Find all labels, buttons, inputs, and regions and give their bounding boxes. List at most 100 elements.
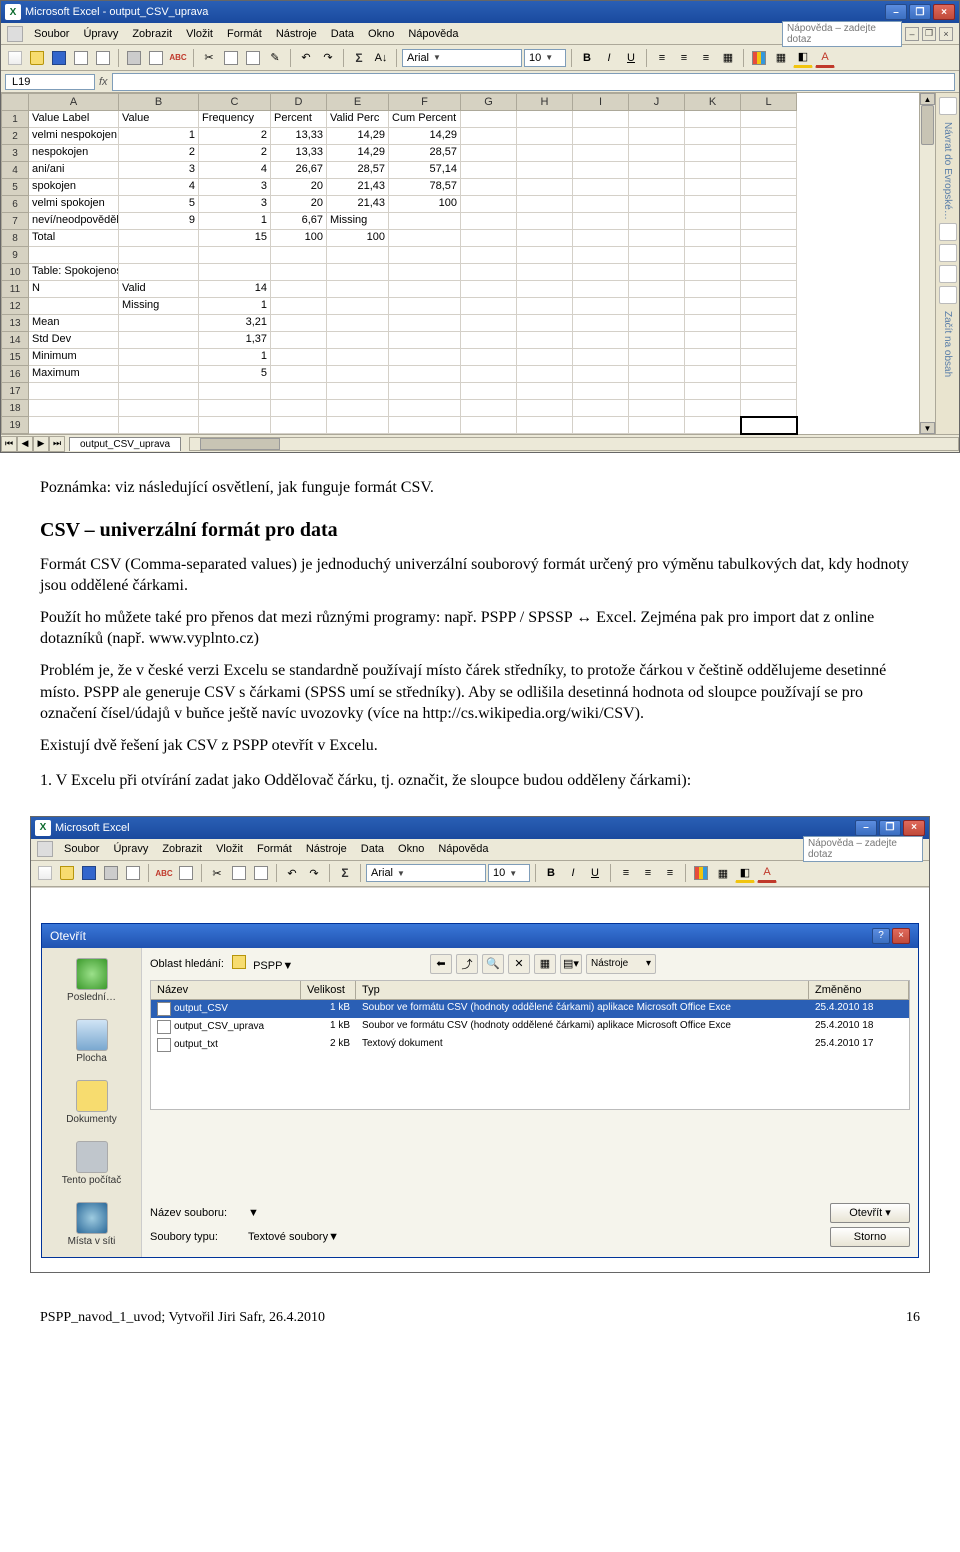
cell[interactable] [685, 417, 741, 434]
cell[interactable] [327, 400, 389, 417]
column-header[interactable]: K [685, 93, 741, 111]
fill-color-button[interactable]: ◧ [793, 48, 813, 68]
column-header[interactable]: G [461, 93, 517, 111]
cut-button[interactable]: ✂ [199, 48, 219, 68]
cell[interactable] [573, 111, 629, 128]
cell[interactable] [327, 383, 389, 400]
row-header[interactable]: 7 [1, 213, 29, 230]
cell[interactable]: Frequency [199, 111, 271, 128]
cell[interactable] [629, 281, 685, 298]
cell[interactable]: 3 [119, 162, 199, 179]
cell[interactable]: 57,14 [389, 162, 461, 179]
cell[interactable]: Mean [29, 315, 119, 332]
cell[interactable] [741, 179, 797, 196]
preview-button[interactable] [123, 863, 143, 883]
cell[interactable] [741, 315, 797, 332]
cell[interactable] [271, 247, 327, 264]
cell[interactable] [389, 247, 461, 264]
delete-button[interactable]: ✕ [508, 954, 530, 974]
up-one-level-button[interactable]: ⤴ [456, 954, 478, 974]
cell[interactable]: 1,37 [199, 332, 271, 349]
font-color-button[interactable]: A [815, 48, 835, 68]
cell[interactable] [461, 417, 517, 434]
cell[interactable]: 14,29 [327, 145, 389, 162]
scroll-thumb[interactable] [921, 105, 934, 145]
cell[interactable] [29, 247, 119, 264]
cell[interactable] [685, 281, 741, 298]
mdi-close-button[interactable]: × [939, 27, 953, 41]
column-header[interactable]: E [327, 93, 389, 111]
spreadsheet-grid[interactable]: ABCDEFGHIJKL 1Value LabelValueFrequencyP… [1, 93, 919, 434]
cell[interactable] [389, 366, 461, 383]
place-plocha[interactable]: Plocha [52, 1015, 132, 1068]
column-header[interactable]: D [271, 93, 327, 111]
menu-okno[interactable]: Okno [391, 841, 431, 857]
cell[interactable] [741, 349, 797, 366]
cell[interactable] [517, 230, 573, 247]
cell[interactable] [629, 196, 685, 213]
cell[interactable] [629, 162, 685, 179]
menu-zobrazit[interactable]: Zobrazit [155, 841, 209, 857]
cell[interactable]: neví/neodpověděl [29, 213, 119, 230]
cell[interactable] [327, 366, 389, 383]
mdi-minimize-button[interactable]: – [905, 27, 919, 41]
cell[interactable] [629, 298, 685, 315]
cell[interactable] [199, 264, 271, 281]
cell[interactable] [629, 349, 685, 366]
cell[interactable]: 1 [199, 213, 271, 230]
cell[interactable] [741, 264, 797, 281]
cell[interactable]: velmi spokojen [29, 196, 119, 213]
cell[interactable] [629, 145, 685, 162]
cell[interactable] [517, 366, 573, 383]
format-painter-button[interactable]: ✎ [265, 48, 285, 68]
cell[interactable] [573, 366, 629, 383]
menu-data[interactable]: Data [354, 841, 391, 857]
cell[interactable] [271, 366, 327, 383]
cell[interactable]: 78,57 [389, 179, 461, 196]
menu-úpravy[interactable]: Úpravy [106, 841, 155, 857]
cell[interactable] [629, 383, 685, 400]
cell[interactable]: 13,33 [271, 145, 327, 162]
cell[interactable] [685, 145, 741, 162]
cell[interactable] [389, 349, 461, 366]
cell[interactable]: 4 [199, 162, 271, 179]
minimize-button[interactable]: – [855, 820, 877, 836]
cell[interactable] [517, 298, 573, 315]
cell[interactable] [573, 128, 629, 145]
cell[interactable] [461, 196, 517, 213]
cell[interactable] [271, 417, 327, 434]
cell[interactable] [741, 247, 797, 264]
cell[interactable] [119, 332, 199, 349]
col-type[interactable]: Typ [356, 981, 809, 999]
menu-nástroje[interactable]: Nástroje [299, 841, 354, 857]
column-header[interactable]: A [29, 93, 119, 111]
cell[interactable] [461, 349, 517, 366]
cell[interactable] [327, 264, 389, 281]
copy-button[interactable] [229, 863, 249, 883]
minimize-button[interactable]: – [885, 4, 907, 20]
merge-button[interactable]: ▦ [718, 48, 738, 68]
align-right-button[interactable]: ≡ [696, 48, 716, 68]
menu-nápověda[interactable]: Nápověda [431, 841, 495, 857]
cell[interactable] [629, 400, 685, 417]
row-header[interactable]: 3 [1, 145, 29, 162]
cell[interactable]: 4 [119, 179, 199, 196]
cell[interactable]: 3 [199, 179, 271, 196]
lookin-combo[interactable]: PSPP▼ [232, 955, 422, 972]
cell[interactable] [573, 349, 629, 366]
cell[interactable] [685, 196, 741, 213]
chart-button[interactable] [691, 863, 711, 883]
font-color-button[interactable]: A [757, 863, 777, 883]
cell[interactable] [119, 417, 199, 434]
cell[interactable] [389, 264, 461, 281]
cell[interactable] [327, 332, 389, 349]
cell[interactable]: 1 [199, 349, 271, 366]
spelling-button[interactable]: ABC [154, 863, 174, 883]
column-header[interactable]: B [119, 93, 199, 111]
name-box[interactable]: L19 [5, 74, 95, 90]
cell[interactable] [573, 298, 629, 315]
sort-asc-button[interactable]: A↓ [371, 48, 391, 68]
cell[interactable] [199, 383, 271, 400]
cell[interactable] [573, 315, 629, 332]
research-button[interactable] [176, 863, 196, 883]
